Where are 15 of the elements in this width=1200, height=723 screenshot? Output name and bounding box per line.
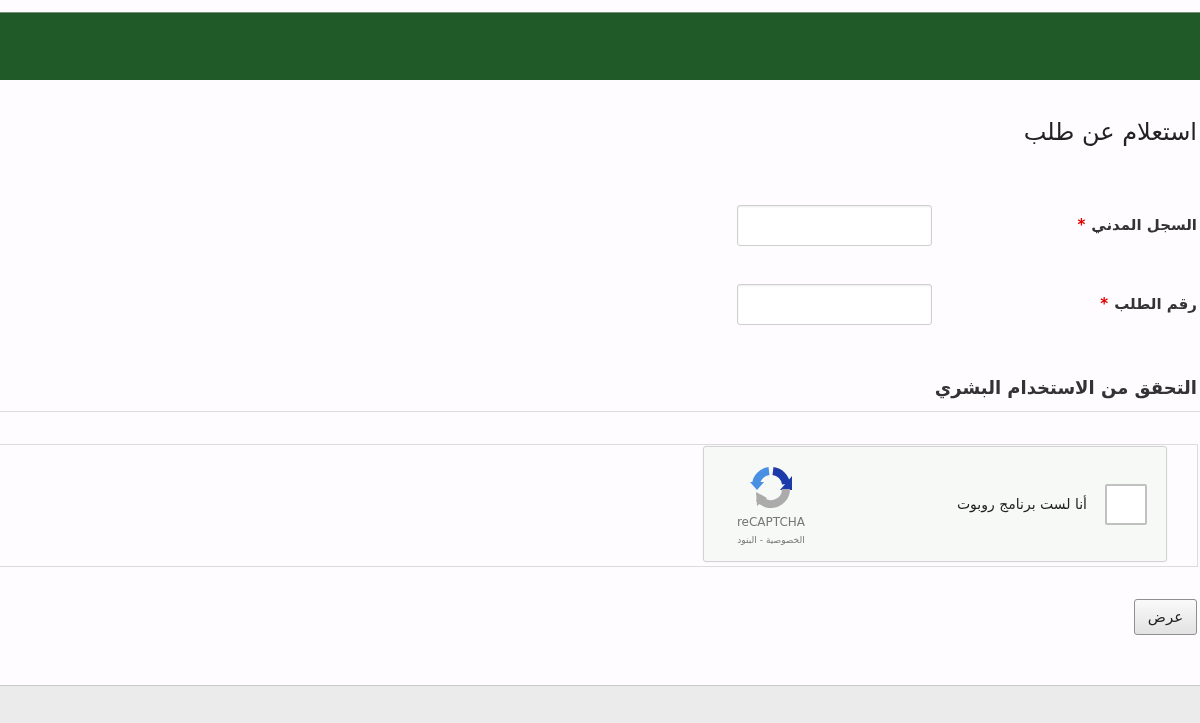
page-title: استعلام عن طلب [1023, 117, 1197, 148]
input-field[interactable] [737, 284, 932, 325]
submit-button[interactable]: عرض [1134, 599, 1197, 635]
terms-link[interactable]: البنود [737, 534, 757, 546]
required-mark: * [1077, 215, 1086, 237]
privacy-link[interactable]: الخصوصية [765, 534, 805, 546]
checkbox-label: أنا لست برنامج روبوت [956, 494, 1087, 515]
field-label: السجل المدني [1091, 215, 1197, 237]
required-mark: * [1100, 294, 1109, 316]
link-separator: - [759, 534, 763, 546]
input-field[interactable] [737, 205, 932, 246]
field-label: رقم الطلب [1114, 294, 1197, 316]
checkbox[interactable] [1105, 483, 1147, 525]
brand-text: reCAPTCHA [736, 515, 806, 529]
section-heading: التحقق من الاستخدام البشري [934, 376, 1197, 401]
